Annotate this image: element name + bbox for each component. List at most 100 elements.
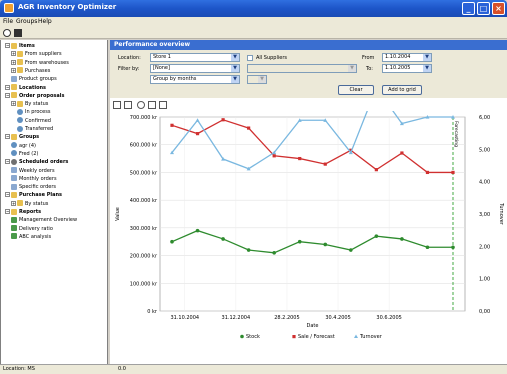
collapse-icon[interactable]: − — [5, 192, 10, 198]
refresh-icon[interactable] — [3, 29, 11, 37]
folder-icon — [17, 200, 23, 207]
dot-icon — [17, 117, 23, 124]
collapse-icon[interactable]: − — [5, 43, 10, 48]
data-point — [451, 245, 455, 250]
clear-button[interactable]: Clear — [338, 85, 374, 95]
expand-icon[interactable]: + — [11, 59, 16, 65]
group-select[interactable]: Group by months ▼ — [150, 75, 240, 84]
tree-item[interactable]: + Purchases — [11, 67, 50, 75]
tree-item[interactable]: − Groups — [5, 133, 39, 141]
tree-item-label: Locations — [19, 84, 47, 91]
tree-item[interactable]: Confirmed — [17, 117, 51, 125]
circle-icon[interactable] — [137, 101, 145, 109]
page-icon — [11, 175, 17, 182]
page-icon — [11, 75, 17, 82]
tree-item[interactable]: In process — [17, 108, 50, 116]
tree-item[interactable]: Monthly orders — [11, 175, 57, 183]
tree-item[interactable]: Delivery ratio — [11, 225, 53, 233]
tree-item[interactable]: + By status — [11, 100, 48, 108]
y-right-axis-label: Turnover — [498, 202, 504, 226]
folder-icon — [11, 133, 17, 140]
tree-item-label: agr (4) — [19, 142, 36, 149]
y-tick-label: 400.000 kr — [130, 198, 158, 204]
collapse-icon[interactable]: − — [5, 134, 10, 140]
tree-item[interactable]: − Items — [5, 42, 35, 50]
tree-item[interactable]: Specific orders — [11, 183, 56, 191]
tree-item[interactable]: − Order proposals — [5, 92, 64, 100]
tree-item[interactable]: − Locations — [5, 84, 46, 92]
tree-item[interactable]: Transferred — [17, 125, 53, 133]
folder-icon — [17, 50, 23, 57]
from-date-picker[interactable]: 1.10.2004 ▼ — [382, 53, 432, 62]
legend-label: Stock — [246, 334, 260, 340]
app-icon — [4, 3, 14, 13]
data-point — [349, 248, 353, 252]
tree-item-label: Specific orders — [19, 184, 56, 191]
tree-item-label: Order proposals — [19, 92, 65, 99]
y-tick-label: 300.000 kr — [130, 226, 158, 232]
expand-icon[interactable]: + — [11, 67, 16, 73]
tree-item[interactable]: + From suppliers — [11, 50, 62, 58]
menu-help[interactable]: Help — [38, 18, 52, 25]
collapse-icon[interactable]: − — [5, 84, 10, 90]
status-location: Location: MS — [3, 366, 35, 372]
tree-item-label: Items — [19, 43, 35, 49]
y-tick-label: 600.000 kr — [130, 143, 158, 149]
tree-item[interactable]: agr (4) — [11, 142, 36, 150]
window-title: AGR Inventory Optimizer — [18, 3, 117, 11]
folder-icon — [17, 59, 23, 66]
tree-item[interactable]: Weekly orders — [11, 167, 55, 175]
close-button[interactable]: × — [492, 2, 505, 15]
tree-item-label: Product groups — [19, 76, 57, 83]
chart-settings-icon[interactable] — [124, 101, 132, 109]
collapse-icon[interactable]: − — [5, 209, 10, 214]
tree-item-label: Fred (2) — [19, 150, 39, 157]
tree-item[interactable]: − Purchase Plans — [5, 191, 62, 199]
tree-item[interactable]: + By status — [11, 200, 48, 208]
tree-item[interactable]: Management Overview — [11, 216, 77, 224]
square-icon[interactable] — [148, 101, 156, 109]
location-select[interactable]: Store 1 ▼ — [150, 53, 240, 62]
filter-value: [None] — [153, 65, 170, 71]
menu-file[interactable]: File — [3, 18, 13, 25]
data-point — [272, 251, 276, 255]
performance-panel: Performance overview Location: Store 1 ▼… — [110, 40, 507, 364]
supplier-select[interactable]: ▼ — [247, 64, 357, 73]
minimize-button[interactable]: _ — [462, 2, 475, 15]
save-icon[interactable] — [14, 29, 22, 37]
performance-chart: 0 kr 100.000 kr 200.000 kr 300.000 kr 400.00… — [115, 85, 504, 340]
location-label: Location: — [118, 55, 141, 61]
data-point — [374, 168, 378, 172]
page-icon — [11, 183, 17, 190]
expand-icon[interactable]: + — [11, 200, 16, 206]
add-to-grid-button[interactable]: Add to grid — [382, 85, 422, 95]
filter-select[interactable]: [None] ▼ — [150, 64, 240, 73]
collapse-icon[interactable]: − — [5, 92, 10, 98]
maximize-button[interactable]: □ — [477, 2, 490, 15]
data-point — [298, 156, 302, 161]
tree-item[interactable]: − Scheduled orders — [5, 158, 68, 166]
expand-icon[interactable]: + — [11, 51, 16, 57]
print-icon[interactable] — [159, 101, 167, 109]
to-date-picker[interactable]: 1.10.2005 ▼ — [382, 64, 432, 73]
secondary-select[interactable]: ▼ — [247, 75, 267, 84]
tree-item[interactable]: Fred (2) — [11, 150, 38, 158]
folder-icon — [17, 100, 23, 107]
legend-label: Sale / Forecast — [298, 334, 335, 340]
expand-icon[interactable]: + — [11, 101, 16, 107]
y-right-tick-label: 2,00 — [479, 244, 490, 250]
folder-icon — [11, 191, 17, 198]
tree-item[interactable]: Product groups — [11, 75, 57, 83]
dot-icon — [11, 142, 17, 149]
tree-item[interactable]: ABC analysis — [11, 233, 51, 241]
data-point — [451, 170, 455, 175]
menu-groups[interactable]: Groups — [16, 18, 37, 25]
chart-area: 0 kr 100.000 kr 200.000 kr 300.000 kr 400.00… — [110, 85, 507, 364]
tree-item[interactable]: − Reports — [5, 208, 41, 216]
tree-item[interactable]: + From warehouses — [11, 59, 69, 67]
x-tick-label: 30.4.2005 — [325, 315, 350, 321]
collapse-icon[interactable]: − — [5, 159, 10, 165]
all-suppliers-checkbox[interactable] — [247, 55, 253, 61]
tree-item-label: Weekly orders — [19, 167, 55, 174]
chart-type-icon[interactable] — [113, 101, 121, 109]
